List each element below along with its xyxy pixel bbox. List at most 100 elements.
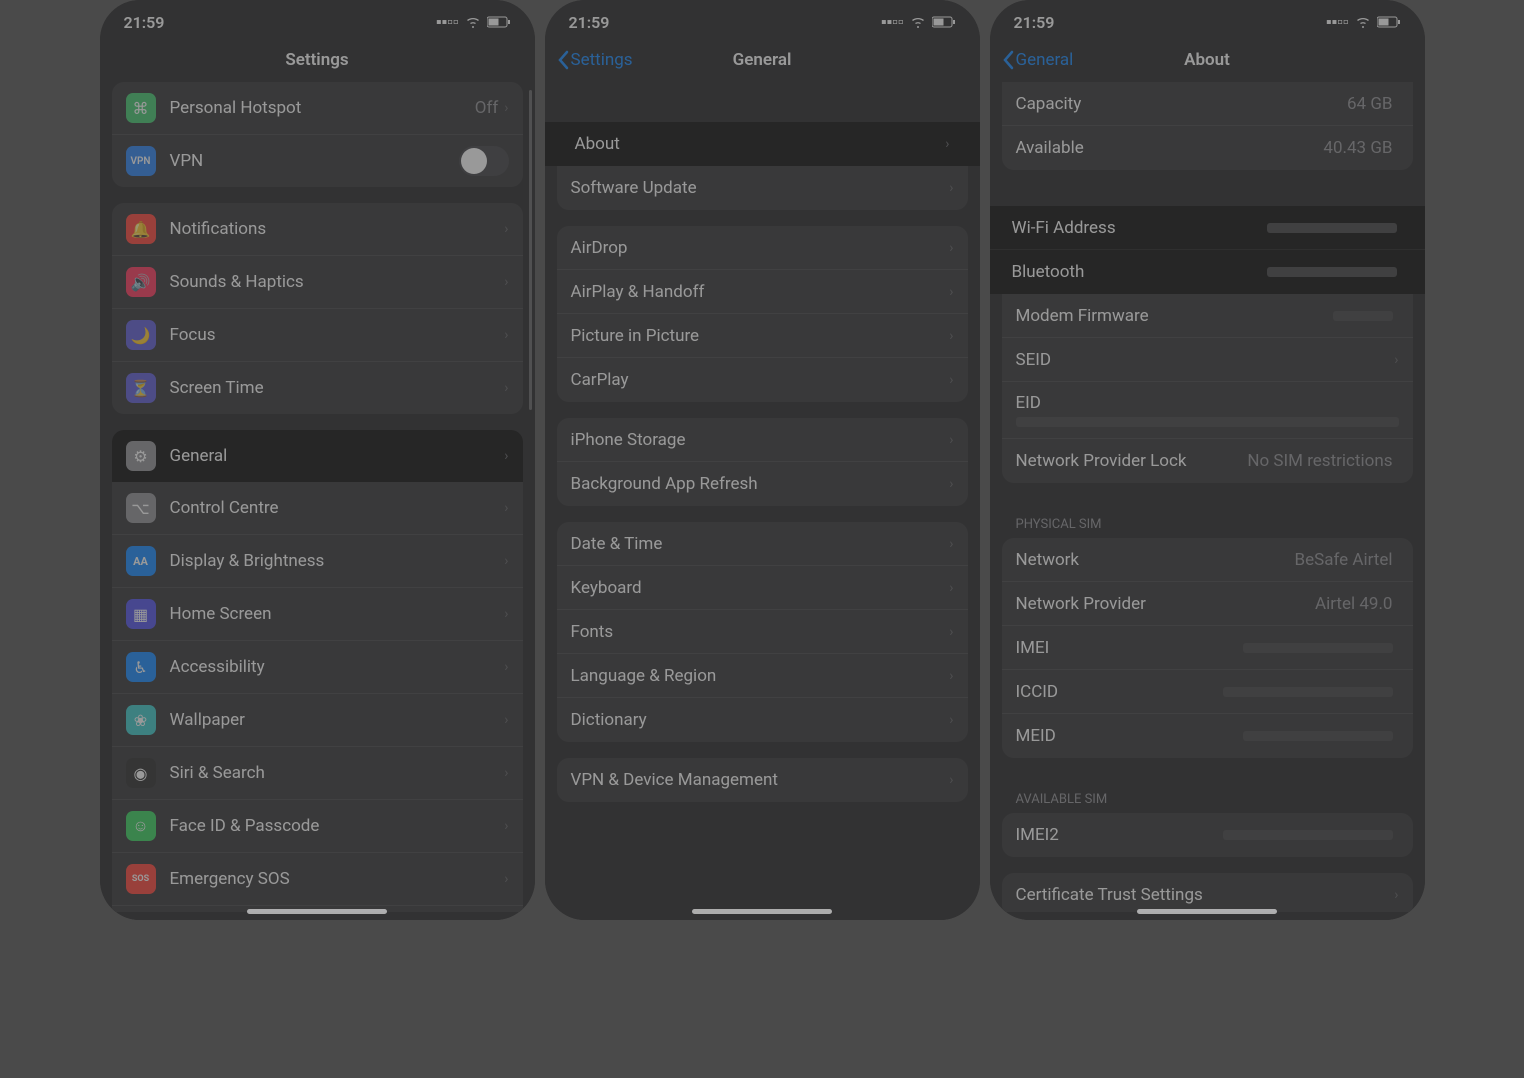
status-indicators: ▪▪▫▫	[436, 12, 511, 32]
row-date-time[interactable]: Date & Time›	[557, 522, 968, 566]
page-title: Settings	[285, 50, 348, 70]
page-title: General	[733, 50, 792, 70]
flower-icon: ❀	[126, 705, 156, 735]
row-airplay[interactable]: AirPlay & Handoff›	[557, 270, 968, 314]
status-indicators: ▪▪▫▫	[1326, 12, 1401, 32]
home-indicator[interactable]	[247, 909, 387, 914]
wifi-icon	[910, 13, 926, 32]
battery-icon	[1377, 13, 1401, 32]
row-capacity: Capacity 64 GB	[1002, 82, 1413, 126]
hourglass-icon: ⏳	[126, 373, 156, 403]
row-screentime[interactable]: ⏳ Screen Time ›	[112, 362, 523, 414]
wifi-icon	[1355, 13, 1371, 32]
home-indicator[interactable]	[692, 909, 832, 914]
row-focus[interactable]: 🌙 Focus ›	[112, 309, 523, 362]
chevron-icon: ›	[504, 448, 508, 464]
chevron-icon: ›	[504, 765, 508, 781]
chevron-icon: ›	[504, 553, 508, 569]
row-keyboard[interactable]: Keyboard›	[557, 566, 968, 610]
row-dictionary[interactable]: Dictionary›	[557, 698, 968, 742]
row-pip[interactable]: Picture in Picture›	[557, 314, 968, 358]
row-iccid: ICCID	[1002, 670, 1413, 714]
row-vpn[interactable]: VPN VPN	[112, 135, 523, 187]
row-sos[interactable]: SOS Emergency SOS ›	[112, 853, 523, 906]
row-about[interactable]: About ›	[545, 122, 980, 166]
row-personal-hotspot[interactable]: ⌘ Personal Hotspot Off ›	[112, 82, 523, 135]
row-imei: IMEI	[1002, 626, 1413, 670]
gear-icon: ⚙	[126, 441, 156, 471]
redacted-value	[1016, 417, 1399, 427]
home-indicator[interactable]	[1137, 909, 1277, 914]
switches-icon: ⌥	[126, 493, 156, 523]
wifi-icon	[465, 13, 481, 32]
row-software-update[interactable]: Software Update ›	[557, 166, 968, 210]
status-time: 21:59	[124, 13, 165, 32]
row-cert-trust[interactable]: Certificate Trust Settings ›	[1002, 873, 1413, 912]
chevron-icon: ›	[504, 380, 508, 396]
row-network-provider: Network Provider Airtel 49.0	[1002, 582, 1413, 626]
row-vpn-mgmt[interactable]: VPN & Device Management›	[557, 758, 968, 802]
redacted-value	[1243, 726, 1393, 746]
row-label: Personal Hotspot	[170, 98, 475, 118]
section-physical-sim: Physical SIM	[990, 499, 1425, 538]
row-accessibility[interactable]: ♿︎ Accessibility ›	[112, 641, 523, 694]
back-button[interactable]: Settings	[557, 50, 633, 70]
back-button[interactable]: General	[1002, 50, 1074, 70]
nav-bar: Settings General	[545, 38, 980, 82]
redacted-value	[1243, 638, 1393, 658]
row-control-centre[interactable]: ⌥ Control Centre ›	[112, 482, 523, 535]
status-time: 21:59	[569, 13, 610, 32]
text-size-icon: AA	[126, 546, 156, 576]
row-meid: MEID	[1002, 714, 1413, 758]
sos-icon: SOS	[126, 864, 156, 894]
chevron-icon: ›	[504, 606, 508, 622]
chevron-icon: ›	[504, 500, 508, 516]
row-language[interactable]: Language & Region›	[557, 654, 968, 698]
vpn-toggle[interactable]	[459, 146, 509, 176]
row-storage[interactable]: iPhone Storage›	[557, 418, 968, 462]
status-time: 21:59	[1014, 13, 1055, 32]
chevron-icon: ›	[949, 180, 953, 196]
chevron-icon: ›	[949, 668, 953, 684]
row-general[interactable]: ⚙ General ›	[112, 430, 523, 482]
row-fonts[interactable]: Fonts›	[557, 610, 968, 654]
row-wallpaper[interactable]: ❀ Wallpaper ›	[112, 694, 523, 747]
row-imei2: IMEI2	[1002, 813, 1413, 857]
chevron-icon: ›	[1394, 887, 1398, 903]
row-bg-refresh[interactable]: Background App Refresh›	[557, 462, 968, 506]
row-airdrop[interactable]: AirDrop›	[557, 226, 968, 270]
row-display[interactable]: AA Display & Brightness ›	[112, 535, 523, 588]
moon-icon: 🌙	[126, 320, 156, 350]
row-faceid[interactable]: ☺ Face ID & Passcode ›	[112, 800, 523, 853]
speaker-icon: 🔊	[126, 267, 156, 297]
vpn-icon: VPN	[126, 146, 156, 176]
row-carplay[interactable]: CarPlay›	[557, 358, 968, 402]
row-eid: EID	[1002, 382, 1413, 439]
chevron-icon: ›	[504, 274, 508, 290]
row-notifications[interactable]: 🔔 Notifications ›	[112, 203, 523, 256]
nav-bar: Settings	[100, 38, 535, 82]
chevron-icon: ›	[1394, 352, 1398, 368]
row-siri[interactable]: ◉ Siri & Search ›	[112, 747, 523, 800]
about-screen: 21:59 ▪▪▫▫ General About Capacity 64 GB …	[990, 0, 1425, 920]
chevron-icon: ›	[949, 712, 953, 728]
grid-icon: ▦	[126, 599, 156, 629]
chevron-icon: ›	[504, 659, 508, 675]
signal-icon: ▪▪▫▫	[436, 12, 459, 32]
redacted-value	[1267, 262, 1397, 282]
siri-icon: ◉	[126, 758, 156, 788]
chevron-icon: ›	[949, 240, 953, 256]
chevron-icon: ›	[949, 476, 953, 492]
row-network-lock: Network Provider Lock No SIM restriction…	[1002, 439, 1413, 483]
row-home-screen[interactable]: ▦ Home Screen ›	[112, 588, 523, 641]
row-seid[interactable]: SEID ›	[1002, 338, 1413, 382]
chevron-icon: ›	[949, 536, 953, 552]
row-value: Off	[475, 98, 499, 118]
back-label: Settings	[571, 50, 633, 70]
settings-screen: 21:59 ▪▪▫▫ Settings ⌘ Personal Hotspot O…	[100, 0, 535, 920]
status-indicators: ▪▪▫▫	[881, 12, 956, 32]
battery-icon	[932, 13, 956, 32]
chevron-icon: ›	[504, 221, 508, 237]
row-network: Network BeSafe Airtel	[1002, 538, 1413, 582]
row-sounds[interactable]: 🔊 Sounds & Haptics ›	[112, 256, 523, 309]
